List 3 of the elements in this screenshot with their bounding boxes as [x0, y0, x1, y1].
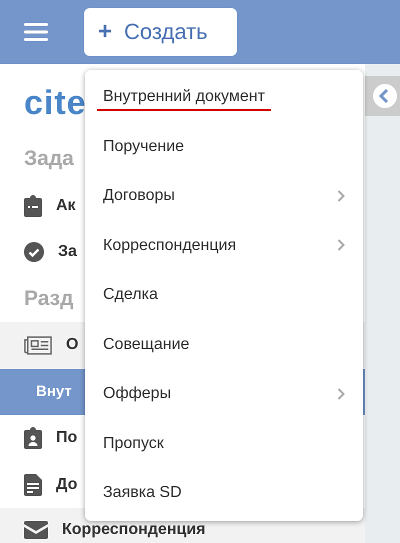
logo: cite [24, 84, 87, 122]
section-title: Зада [24, 147, 74, 172]
section-title: Разд [24, 286, 74, 311]
